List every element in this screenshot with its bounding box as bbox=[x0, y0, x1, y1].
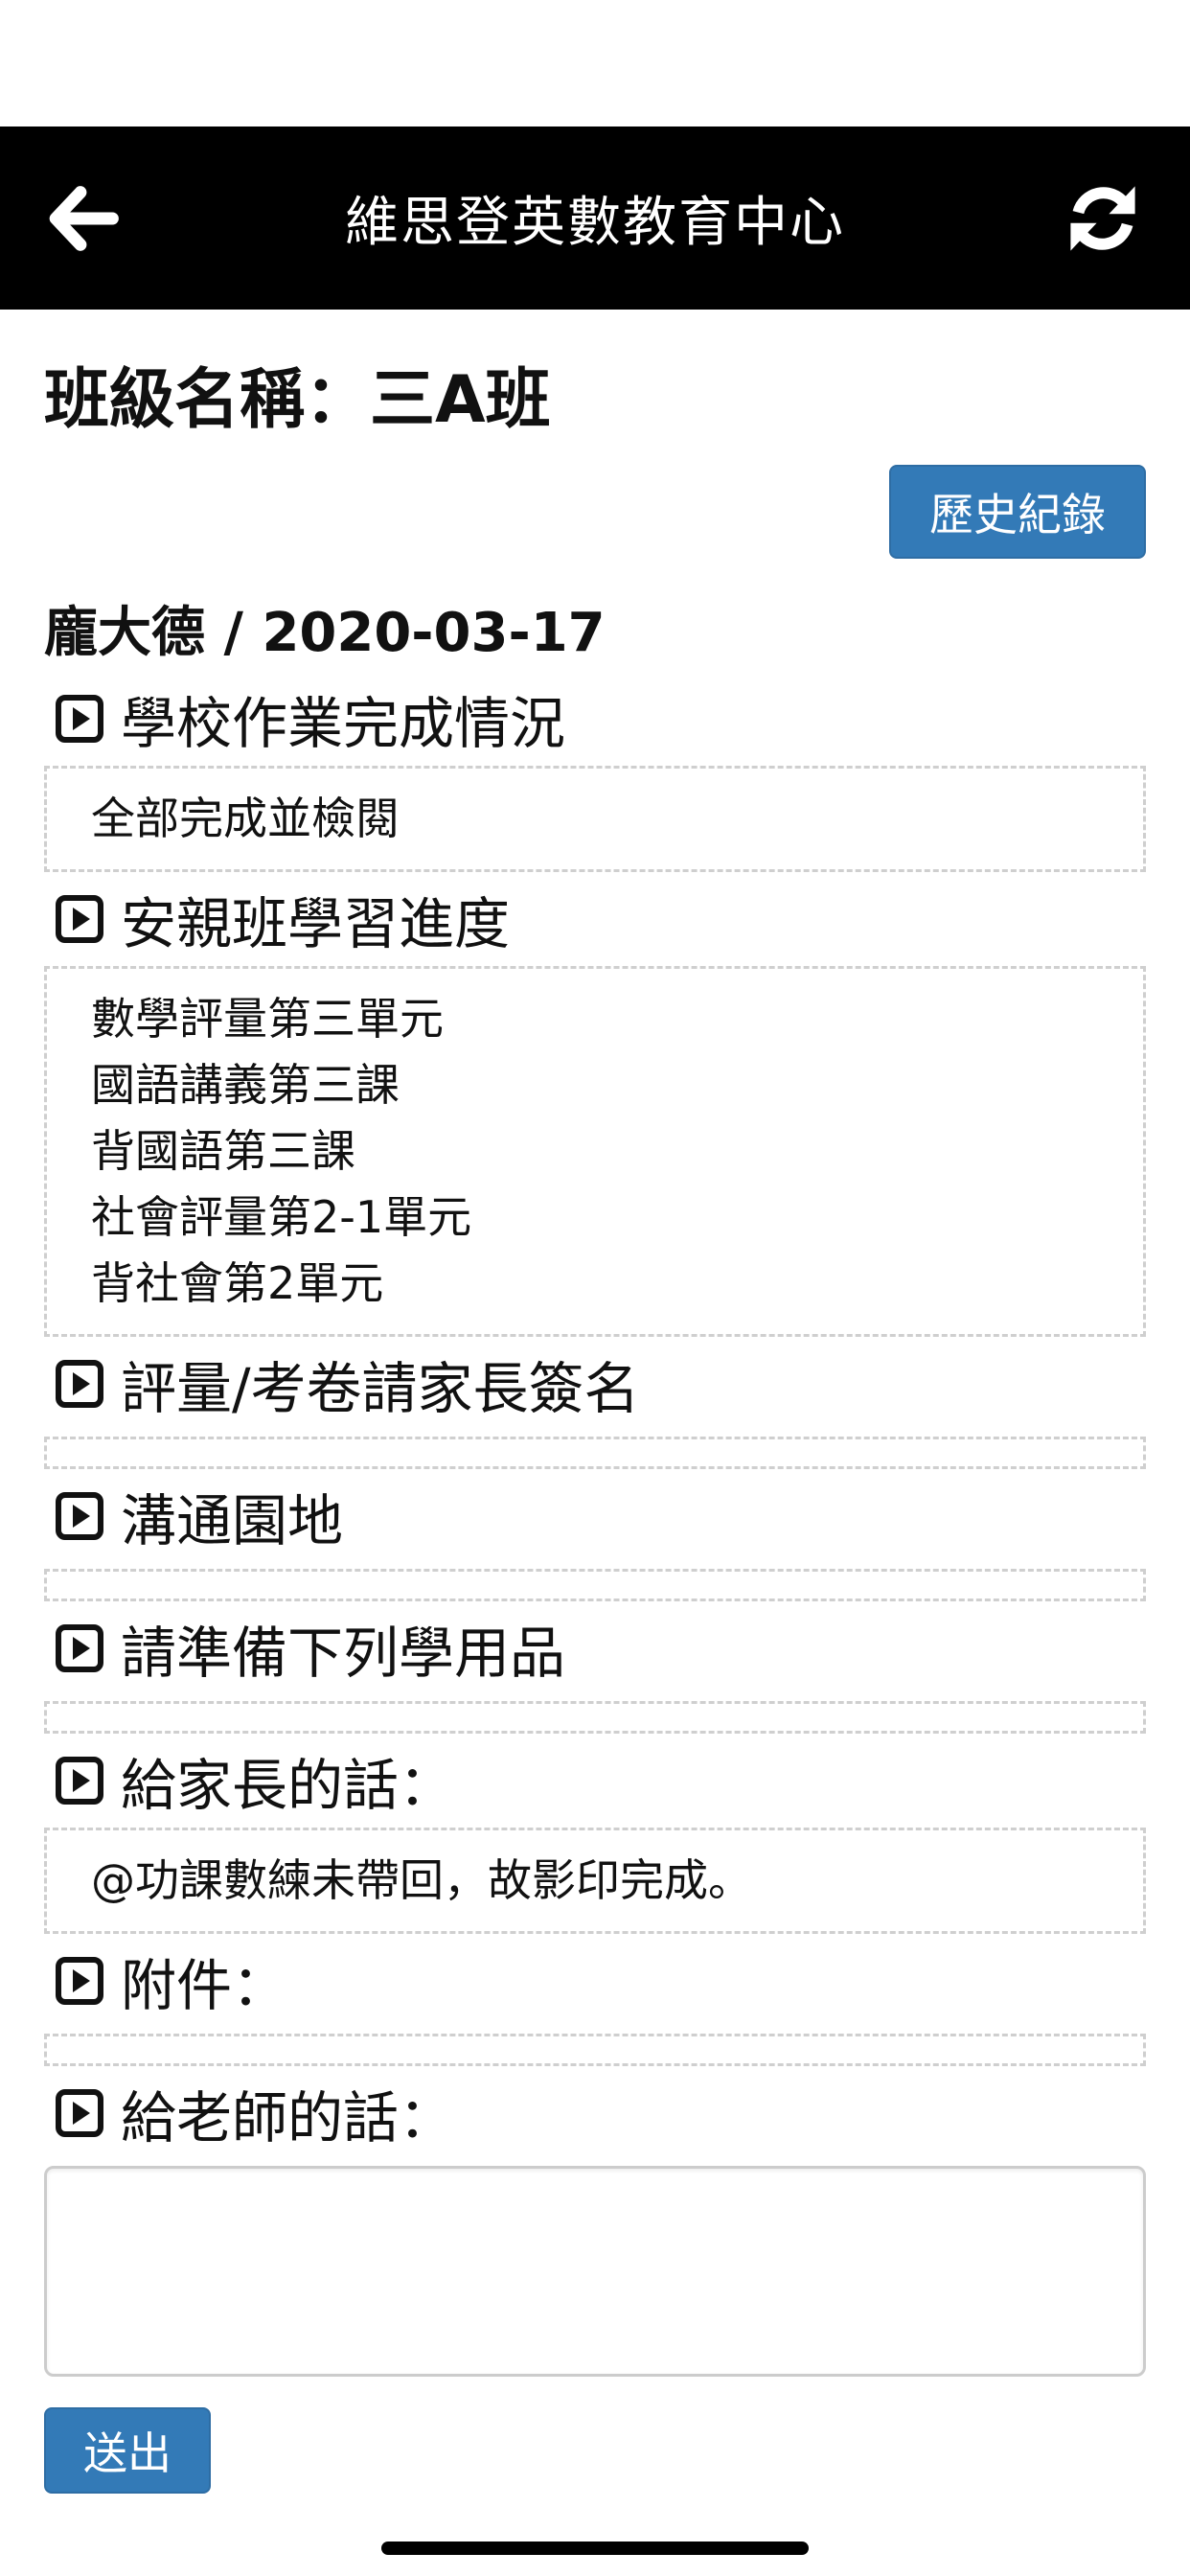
back-button[interactable] bbox=[44, 179, 123, 258]
status-bar bbox=[0, 0, 1190, 126]
play-square-icon bbox=[56, 1624, 103, 1672]
section-box-progress: 數學評量第三單元 國語講義第三課 背國語第三課 社會評量第2-1單元 背社會第2… bbox=[44, 966, 1146, 1337]
section-box-to-parent: @功課數練未帶回，故影印完成。 bbox=[44, 1828, 1146, 1934]
nav-bar: 維思登英數教育中心 bbox=[0, 126, 1190, 310]
section-box-attachment bbox=[44, 2034, 1146, 2066]
play-square-icon bbox=[56, 695, 103, 743]
box-line: 全部完成並檢閱 bbox=[91, 793, 400, 844]
section-header-school-homework: 學校作業完成情況 bbox=[44, 672, 1146, 766]
box-line: 背國語第三課 bbox=[91, 1125, 355, 1177]
section-header-progress: 安親班學習進度 bbox=[44, 872, 1146, 966]
section-header-to-teacher: 給老師的話： bbox=[44, 2066, 1146, 2160]
section-box-sign bbox=[44, 1437, 1146, 1469]
section-header-communication: 溝通園地 bbox=[44, 1469, 1146, 1563]
play-square-icon bbox=[56, 1360, 103, 1408]
section-heading: 請準備下列學用品 bbox=[121, 1621, 566, 1686]
section-heading: 附件： bbox=[121, 1953, 288, 2018]
section-heading: 給家長的話： bbox=[121, 1753, 455, 1818]
main-content: 班級名稱：三A班 歷史紀錄 龐大德 / 2020-03-17 學校作業完成情況 … bbox=[0, 357, 1190, 2494]
home-indicator bbox=[381, 2542, 809, 2555]
page-title: 維思登英數教育中心 bbox=[345, 192, 845, 254]
play-square-icon bbox=[56, 1492, 103, 1540]
box-line: @功課數練未帶回，故影印完成。 bbox=[91, 1854, 752, 1906]
section-heading: 學校作業完成情況 bbox=[121, 691, 566, 756]
history-row: 歷史紀錄 bbox=[44, 465, 1146, 559]
play-square-icon bbox=[56, 895, 103, 943]
class-title: 班級名稱：三A班 bbox=[44, 362, 551, 438]
section-box-supplies bbox=[44, 1701, 1146, 1734]
section-header-supplies: 請準備下列學用品 bbox=[44, 1601, 1146, 1695]
section-box-communication bbox=[44, 1569, 1146, 1601]
section-box-school-homework: 全部完成並檢閱 bbox=[44, 766, 1146, 872]
teacher-message-input[interactable] bbox=[44, 2166, 1146, 2377]
student-date-line: 龐大德 / 2020-03-17 bbox=[44, 602, 606, 664]
play-square-icon bbox=[56, 2089, 103, 2137]
section-heading: 安親班學習進度 bbox=[121, 891, 511, 956]
section-heading: 溝通園地 bbox=[121, 1488, 344, 1553]
box-line: 國語講義第三課 bbox=[91, 1059, 400, 1111]
arrow-left-icon bbox=[49, 185, 119, 251]
box-line: 數學評量第三單元 bbox=[91, 993, 444, 1045]
box-line: 背社會第2單元 bbox=[91, 1257, 384, 1309]
box-line: 社會評量第2-1單元 bbox=[91, 1191, 472, 1243]
history-button[interactable]: 歷史紀錄 bbox=[889, 465, 1146, 559]
play-square-icon bbox=[56, 1957, 103, 2005]
section-heading: 評量/考卷請家長簽名 bbox=[121, 1356, 640, 1421]
section-heading: 給老師的話： bbox=[121, 2085, 455, 2150]
section-header-attachment: 附件： bbox=[44, 1934, 1146, 2028]
submit-button[interactable]: 送出 bbox=[44, 2407, 211, 2494]
refresh-button[interactable] bbox=[1062, 177, 1144, 260]
section-header-sign: 評量/考卷請家長簽名 bbox=[44, 1337, 1146, 1431]
play-square-icon bbox=[56, 1757, 103, 1805]
section-header-to-parent: 給家長的話： bbox=[44, 1734, 1146, 1828]
refresh-icon bbox=[1070, 185, 1135, 251]
